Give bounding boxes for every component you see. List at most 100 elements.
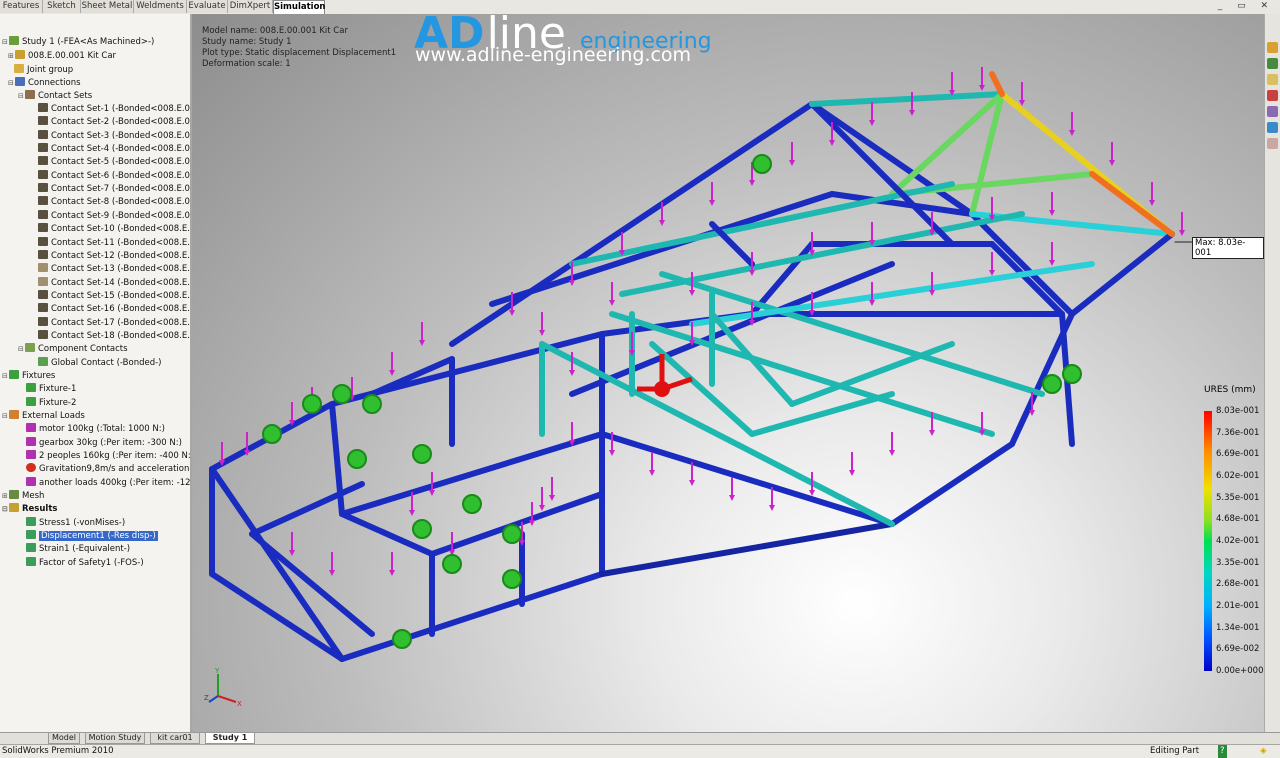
tab-dimxpert[interactable]: DimXpert: [228, 0, 273, 13]
contact-set-icon: [38, 289, 48, 299]
view-palette-icon[interactable]: [1267, 106, 1278, 117]
collapse-icon[interactable]: ⊟: [2, 36, 9, 49]
load-arrow: [1019, 82, 1025, 106]
tree-contact-set[interactable]: Contact Set-7 (-Bonded<008.E.00.00: [38, 183, 190, 196]
tree-load-2[interactable]: gearbox 30kg (:Per item: -300 N:): [26, 437, 182, 450]
legend-tick-label: 1.34e-001: [1216, 622, 1260, 633]
hide-show-icon[interactable]: ⁘: [723, 14, 735, 15]
tree-load-3[interactable]: 2 peoples 160kg (:Per item: -400 N:): [26, 450, 190, 463]
tree-contact-set[interactable]: Contact Set-17 (-Bonded<008.E.00.0: [38, 316, 190, 330]
tab-sheet-metal[interactable]: Sheet Metal: [81, 0, 134, 13]
tree-contact-set[interactable]: Contact Set-13 (-Bonded<008.E.00.0: [38, 263, 190, 276]
custom-properties-icon[interactable]: [1267, 138, 1278, 149]
tree-connections[interactable]: ⊟ Connections: [8, 77, 81, 90]
pan-icon[interactable]: ↻: [686, 14, 698, 15]
tree-contact-set[interactable]: Contact Set-16 (-Bonded<008.E.00.0: [38, 303, 190, 316]
fixture-marker: [392, 629, 412, 649]
zoom-fit-icon[interactable]: ⌕: [654, 14, 664, 15]
expand-icon[interactable]: ⊞: [8, 50, 15, 63]
tree-result-fos[interactable]: Factor of Safety1 (-FOS-): [26, 557, 144, 570]
tree-contact-set[interactable]: Contact Set-15 (-Bonded<008.E.00.0: [38, 289, 190, 303]
tree-contact-set[interactable]: Contact Set-12 (-Bonded<008.E.00.0: [38, 249, 190, 263]
tree-fixtures[interactable]: ⊟ Fixtures: [2, 370, 55, 383]
tree-contact-set[interactable]: Contact Set-10 (-Bonded<008.E.00.0: [38, 223, 190, 236]
collapse-icon[interactable]: ⊟: [18, 90, 25, 103]
tree-results[interactable]: ⊟ Results: [2, 503, 57, 516]
tree-mesh[interactable]: ⊞ Mesh: [2, 490, 44, 503]
load-arrow: [1049, 242, 1055, 266]
tree-external-loads[interactable]: ⊟ External Loads: [2, 410, 85, 423]
display-style-icon[interactable]: ◈: [711, 14, 723, 15]
tab-evaluate[interactable]: Evaluate: [187, 0, 228, 13]
tree-load-5[interactable]: another loads 400kg (:Per item: -120 N: [26, 477, 190, 490]
tree-result-strain[interactable]: Strain1 (-Equivalent-): [26, 543, 130, 556]
tab-study-1[interactable]: Study 1: [205, 733, 255, 744]
tree-contact-set-label: Contact Set-5 (-Bonded<008.E.00.00: [51, 157, 190, 168]
load-arrow: [419, 322, 425, 346]
command-manager-tabs: Features Sketch Sheet Metal Weldments Ev…: [0, 0, 1280, 15]
help-icon[interactable]: ?: [1218, 745, 1227, 758]
tree-contact-sets[interactable]: ⊟ Contact Sets: [18, 90, 92, 103]
graphics-viewport[interactable]: Model name: 008.E.00.001 Kit Car Study n…: [192, 14, 1264, 732]
zoom-area-icon[interactable]: ⌕: [664, 14, 674, 15]
tree-contact-set[interactable]: Contact Set-6 (-Bonded<008.E.00.00: [38, 169, 190, 183]
tree-contact-set[interactable]: Contact Set-1 (-Bonded<008.E.00.00: [38, 103, 190, 116]
section-icon[interactable]: ◧: [698, 14, 711, 15]
collapse-icon[interactable]: ⊟: [8, 77, 15, 90]
tree-fixture-1[interactable]: Fixture-1: [26, 383, 76, 396]
tree-contact-set[interactable]: Contact Set-5 (-Bonded<008.E.00.00: [38, 156, 190, 169]
tree-load-1[interactable]: motor 100kg (:Total: 1000 N:): [26, 423, 165, 436]
tree-contact-set[interactable]: Contact Set-9 (-Bonded<008.E.00.00: [38, 209, 190, 223]
tree-contact-set[interactable]: Contact Set-14 (-Bonded<008.E.00.0: [38, 276, 190, 290]
tree-result-displacement[interactable]: Displacement1 (-Res disp-): [26, 530, 158, 543]
tree-component-contacts[interactable]: ⊟ Component Contacts: [18, 343, 128, 356]
tab-simulation[interactable]: Simulation: [273, 0, 325, 14]
tree-global-contact[interactable]: Global Contact (-Bonded-): [38, 357, 162, 370]
tree-fixture-2[interactable]: Fixture-2: [26, 397, 76, 410]
tab-features[interactable]: Features: [0, 0, 43, 13]
design-library-icon[interactable]: [1267, 58, 1278, 69]
tree-contact-set[interactable]: Contact Set-11 (-Bonded<008.E.00.0: [38, 236, 190, 250]
tree-joint-group[interactable]: Joint group: [14, 64, 73, 77]
collapse-icon[interactable]: ⊟: [2, 370, 9, 383]
collapse-icon[interactable]: ⊟: [2, 503, 9, 516]
expand-icon[interactable]: ⊞: [2, 490, 9, 503]
frame-tube: [969, 211, 1075, 317]
tree-part[interactable]: ⊞ 008.E.00.001 Kit Car: [8, 50, 116, 63]
fixture-marker: [1062, 364, 1082, 384]
appearance-icon[interactable]: ❖: [736, 14, 749, 15]
tree-contact-set[interactable]: Contact Set-2 (-Bonded<008.E.00.00: [38, 116, 190, 129]
appearances-icon[interactable]: [1267, 122, 1278, 133]
rebuild-icon[interactable]: ◈: [1260, 745, 1267, 758]
collapse-icon[interactable]: ⊟: [2, 410, 9, 423]
tree-load-4[interactable]: Gravitation9,8m/s and acceleration5,8m: [26, 463, 190, 476]
fixture-marker: [752, 154, 772, 174]
load-arrow: [1179, 212, 1185, 236]
tree-contact-set[interactable]: Contact Set-18 (-Bonded<008.E.00.0: [38, 329, 190, 343]
tree-contact-set-label: Contact Set-11 (-Bonded<008.E.00.0: [51, 237, 190, 248]
tab-weldments[interactable]: Weldments: [134, 0, 187, 13]
tree-component-contacts-label: Component Contacts: [38, 344, 128, 354]
tab-kit-car[interactable]: kit car01: [150, 733, 200, 744]
scene-icon[interactable]: ●: [749, 14, 762, 15]
fea-displacement-model[interactable]: [192, 14, 1264, 732]
tab-motion-study[interactable]: Motion Study 1: [85, 733, 145, 752]
tab-sketch[interactable]: Sketch: [43, 0, 81, 13]
force-icon: [26, 477, 36, 486]
file-explorer-icon[interactable]: [1267, 74, 1278, 85]
legend-title: URES (mm): [1204, 385, 1256, 395]
window-controls[interactable]: _ ▭ ✕: [1218, 1, 1274, 11]
rotate-icon[interactable]: ✥: [673, 14, 685, 15]
collapse-icon[interactable]: ⊟: [18, 343, 25, 356]
tree-study[interactable]: ⊟ Study 1 (-FEA<As Machined>-): [2, 36, 154, 49]
tree-contact-set-label: Contact Set-8 (-Bonded<008.E.00.00: [51, 197, 190, 208]
search-icon[interactable]: [1267, 90, 1278, 101]
tree-contact-set[interactable]: Contact Set-3 (-Bonded<008.E.00.00: [38, 129, 190, 143]
tree-result-stress[interactable]: Stress1 (-vonMises-): [26, 517, 125, 530]
tab-model[interactable]: Model: [48, 733, 80, 744]
fixture-marker: [262, 424, 282, 444]
tree-contact-set[interactable]: Contact Set-8 (-Bonded<008.E.00.00: [38, 196, 190, 209]
tree-contact-set[interactable]: Contact Set-4 (-Bonded<008.E.00.00: [38, 143, 190, 156]
resources-icon[interactable]: [1267, 42, 1278, 53]
fixture-icon: [26, 383, 36, 392]
